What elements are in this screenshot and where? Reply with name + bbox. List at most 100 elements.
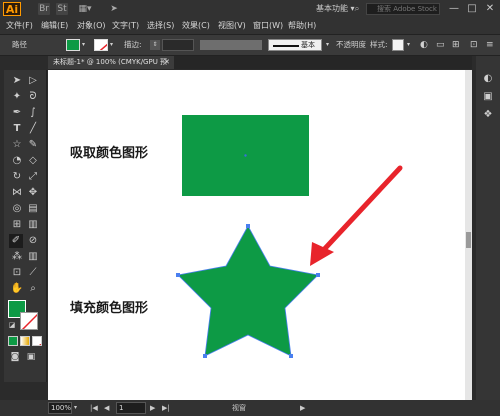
panel-menu-icon[interactable]: ≡ bbox=[486, 39, 494, 51]
transform-icon[interactable]: ⊡ bbox=[470, 39, 478, 51]
close-tab-icon[interactable]: ✕ bbox=[164, 56, 170, 69]
document-setup-icon[interactable]: ▭ bbox=[436, 39, 445, 51]
bridge-icon[interactable]: Br bbox=[38, 3, 50, 15]
close-window-button[interactable]: ✕ bbox=[482, 2, 498, 16]
shaper-tool-icon[interactable]: ◔ bbox=[10, 154, 24, 168]
title-bar: Ai Br St ▦▾ ➤ 基本功能 ▾ ⌕ 搜索 Adobe Stock — … bbox=[0, 0, 500, 18]
target-star[interactable] bbox=[177, 225, 319, 357]
stroke-label: 描边: bbox=[124, 40, 142, 49]
previous-artboard-icon[interactable]: ◀ bbox=[104, 402, 109, 414]
menu-file[interactable]: 文件(F) bbox=[6, 19, 33, 33]
brush-stroke-preview bbox=[273, 45, 299, 47]
free-transform-tool-icon[interactable]: ✥ bbox=[26, 186, 40, 200]
variable-width-profile[interactable] bbox=[200, 40, 262, 50]
stroke-none-icon bbox=[21, 313, 37, 329]
screen-mode-icon[interactable]: ▣ bbox=[24, 350, 38, 364]
hand-tool-icon[interactable]: ✋ bbox=[10, 282, 24, 296]
lasso-tool-icon[interactable]: ᘐ bbox=[26, 90, 40, 104]
stroke-dropdown-icon[interactable]: ▾ bbox=[110, 39, 113, 51]
properties-icon[interactable]: ◐ bbox=[481, 72, 495, 86]
minimize-button[interactable]: — bbox=[446, 2, 462, 16]
width-tool-icon[interactable]: ⋈ bbox=[10, 186, 24, 200]
mesh-tool-icon[interactable]: ⊞ bbox=[10, 218, 24, 232]
draw-mode-icon[interactable]: ◙ bbox=[8, 350, 22, 364]
tools-panel: ➤ ▷ ✦ ᘐ ✒ ∫ T ╱ ☆ ✎ ◔ ◇ ↻ ⤢ ⋈ ✥ ◎ ▤ ⊞ ▥ … bbox=[4, 70, 47, 382]
menu-object[interactable]: 对象(O) bbox=[77, 19, 106, 33]
graphic-style-swatch[interactable] bbox=[392, 39, 404, 51]
stroke-weight-input[interactable] bbox=[162, 39, 194, 51]
libraries-icon[interactable]: ▣ bbox=[481, 90, 495, 104]
vertical-scrollbar[interactable] bbox=[465, 70, 472, 400]
star-tool-icon[interactable]: ☆ bbox=[10, 138, 24, 152]
recolor-artwork-icon[interactable]: ◐ bbox=[420, 39, 428, 51]
maximize-button[interactable]: □ bbox=[464, 2, 480, 16]
status-mode-label: 视窗 bbox=[232, 404, 246, 412]
gradient-tool-icon[interactable]: ▥ bbox=[26, 218, 40, 232]
type-tool-icon[interactable]: T bbox=[10, 122, 24, 136]
document-tab[interactable]: 未标题-1* @ 100% (CMYK/GPU 预览) ✕ bbox=[48, 56, 174, 79]
eyedropper-tool-icon[interactable]: ✐ bbox=[9, 234, 23, 248]
opacity-label[interactable]: 不透明度 bbox=[336, 39, 366, 51]
eraser-tool-icon[interactable]: ◇ bbox=[26, 154, 40, 168]
status-menu-icon[interactable]: ▶ bbox=[300, 402, 305, 414]
perspective-grid-tool-icon[interactable]: ▤ bbox=[26, 202, 40, 216]
label-source-shape: 吸取颜色图形 bbox=[70, 146, 149, 161]
red-arrow-annotation bbox=[310, 165, 403, 266]
rotate-tool-icon[interactable]: ↻ bbox=[10, 170, 24, 184]
align-icon[interactable]: ⊞ bbox=[452, 39, 460, 51]
column-graph-tool-icon[interactable]: ▥ bbox=[26, 250, 40, 264]
artboard-canvas[interactable]: 吸取颜色图形 填充颜色图形 bbox=[48, 70, 472, 400]
brush-dropdown-icon[interactable]: ▾ bbox=[326, 39, 329, 51]
direct-selection-tool-icon[interactable]: ▷ bbox=[26, 74, 40, 88]
artboard-tool-icon[interactable]: ⊡ bbox=[10, 266, 24, 280]
stroke-weight-stepper[interactable]: ⇕ bbox=[150, 40, 160, 50]
pen-tool-icon[interactable]: ✒ bbox=[10, 106, 24, 120]
paintbrush-tool-icon[interactable]: ✎ bbox=[26, 138, 40, 152]
arrange-documents-icon[interactable]: ▦▾ bbox=[76, 3, 94, 15]
zoom-tool-icon[interactable]: ⌕ bbox=[26, 282, 40, 296]
right-panel-dock: ◐ ▣ ❖ bbox=[476, 56, 500, 400]
workspace-switcher[interactable]: 基本功能 ▾ bbox=[316, 3, 355, 14]
slice-tool-icon[interactable]: ⟋ bbox=[26, 266, 40, 280]
menu-bar: 文件(F) 编辑(E) 对象(O) 文字(T) 选择(S) 效果(C) 视图(V… bbox=[0, 18, 500, 35]
line-tool-icon[interactable]: ╱ bbox=[26, 122, 40, 136]
menu-help[interactable]: 帮助(H) bbox=[288, 19, 316, 33]
gradient-mode-icon[interactable] bbox=[20, 336, 30, 346]
magic-wand-tool-icon[interactable]: ✦ bbox=[10, 90, 24, 104]
stock-search-input[interactable]: 搜索 Adobe Stock bbox=[366, 3, 440, 15]
send-icon[interactable]: ➤ bbox=[108, 3, 120, 15]
menu-effect[interactable]: 效果(C) bbox=[182, 19, 210, 33]
menu-window[interactable]: 窗口(W) bbox=[253, 19, 283, 33]
default-colors-icon[interactable]: ◪ bbox=[5, 318, 19, 332]
brush-style-label: 基本 bbox=[301, 41, 315, 49]
menu-edit[interactable]: 编辑(E) bbox=[41, 19, 68, 33]
stroke-swatch[interactable] bbox=[20, 312, 38, 330]
shape-builder-tool-icon[interactable]: ◎ bbox=[10, 202, 24, 216]
menu-select[interactable]: 选择(S) bbox=[147, 19, 174, 33]
scale-tool-icon[interactable]: ⤢ bbox=[26, 170, 40, 184]
symbol-sprayer-tool-icon[interactable]: ⁂ bbox=[10, 250, 24, 264]
menu-type[interactable]: 文字(T) bbox=[112, 19, 139, 33]
last-artboard-icon[interactable]: ▶| bbox=[162, 402, 170, 414]
first-artboard-icon[interactable]: |◀ bbox=[90, 402, 98, 414]
artwork bbox=[176, 115, 403, 358]
curvature-tool-icon[interactable]: ∫ bbox=[26, 106, 40, 120]
fill-dropdown-icon[interactable]: ▾ bbox=[82, 39, 85, 51]
fill-color-swatch[interactable] bbox=[66, 39, 80, 51]
style-dropdown-icon[interactable]: ▾ bbox=[407, 39, 410, 51]
brush-definition-dropdown[interactable]: 基本 bbox=[268, 39, 322, 51]
control-bar: 路径 ▾ ▾ 描边: ⇕ 基本 ▾ 不透明度 样式: ▾ ◐ ▭ ⊞ ⊡ ≡ bbox=[0, 35, 500, 56]
none-mode-icon[interactable] bbox=[32, 336, 42, 346]
scrollbar-thumb[interactable] bbox=[466, 232, 471, 248]
artboard-number-field[interactable]: 1 bbox=[116, 402, 146, 414]
selection-tool-icon[interactable]: ➤ bbox=[10, 74, 24, 88]
blend-tool-icon[interactable]: ⊘ bbox=[26, 234, 40, 248]
zoom-dropdown-icon[interactable]: ▾ bbox=[74, 402, 77, 414]
zoom-level-field[interactable]: 100% bbox=[48, 402, 72, 414]
menu-view[interactable]: 视图(V) bbox=[218, 19, 246, 33]
stock-icon[interactable]: St bbox=[56, 3, 68, 15]
next-artboard-icon[interactable]: ▶ bbox=[150, 402, 155, 414]
color-mode-icon[interactable] bbox=[8, 336, 18, 346]
stroke-none-swatch[interactable] bbox=[94, 39, 108, 51]
layers-icon[interactable]: ❖ bbox=[481, 108, 495, 122]
